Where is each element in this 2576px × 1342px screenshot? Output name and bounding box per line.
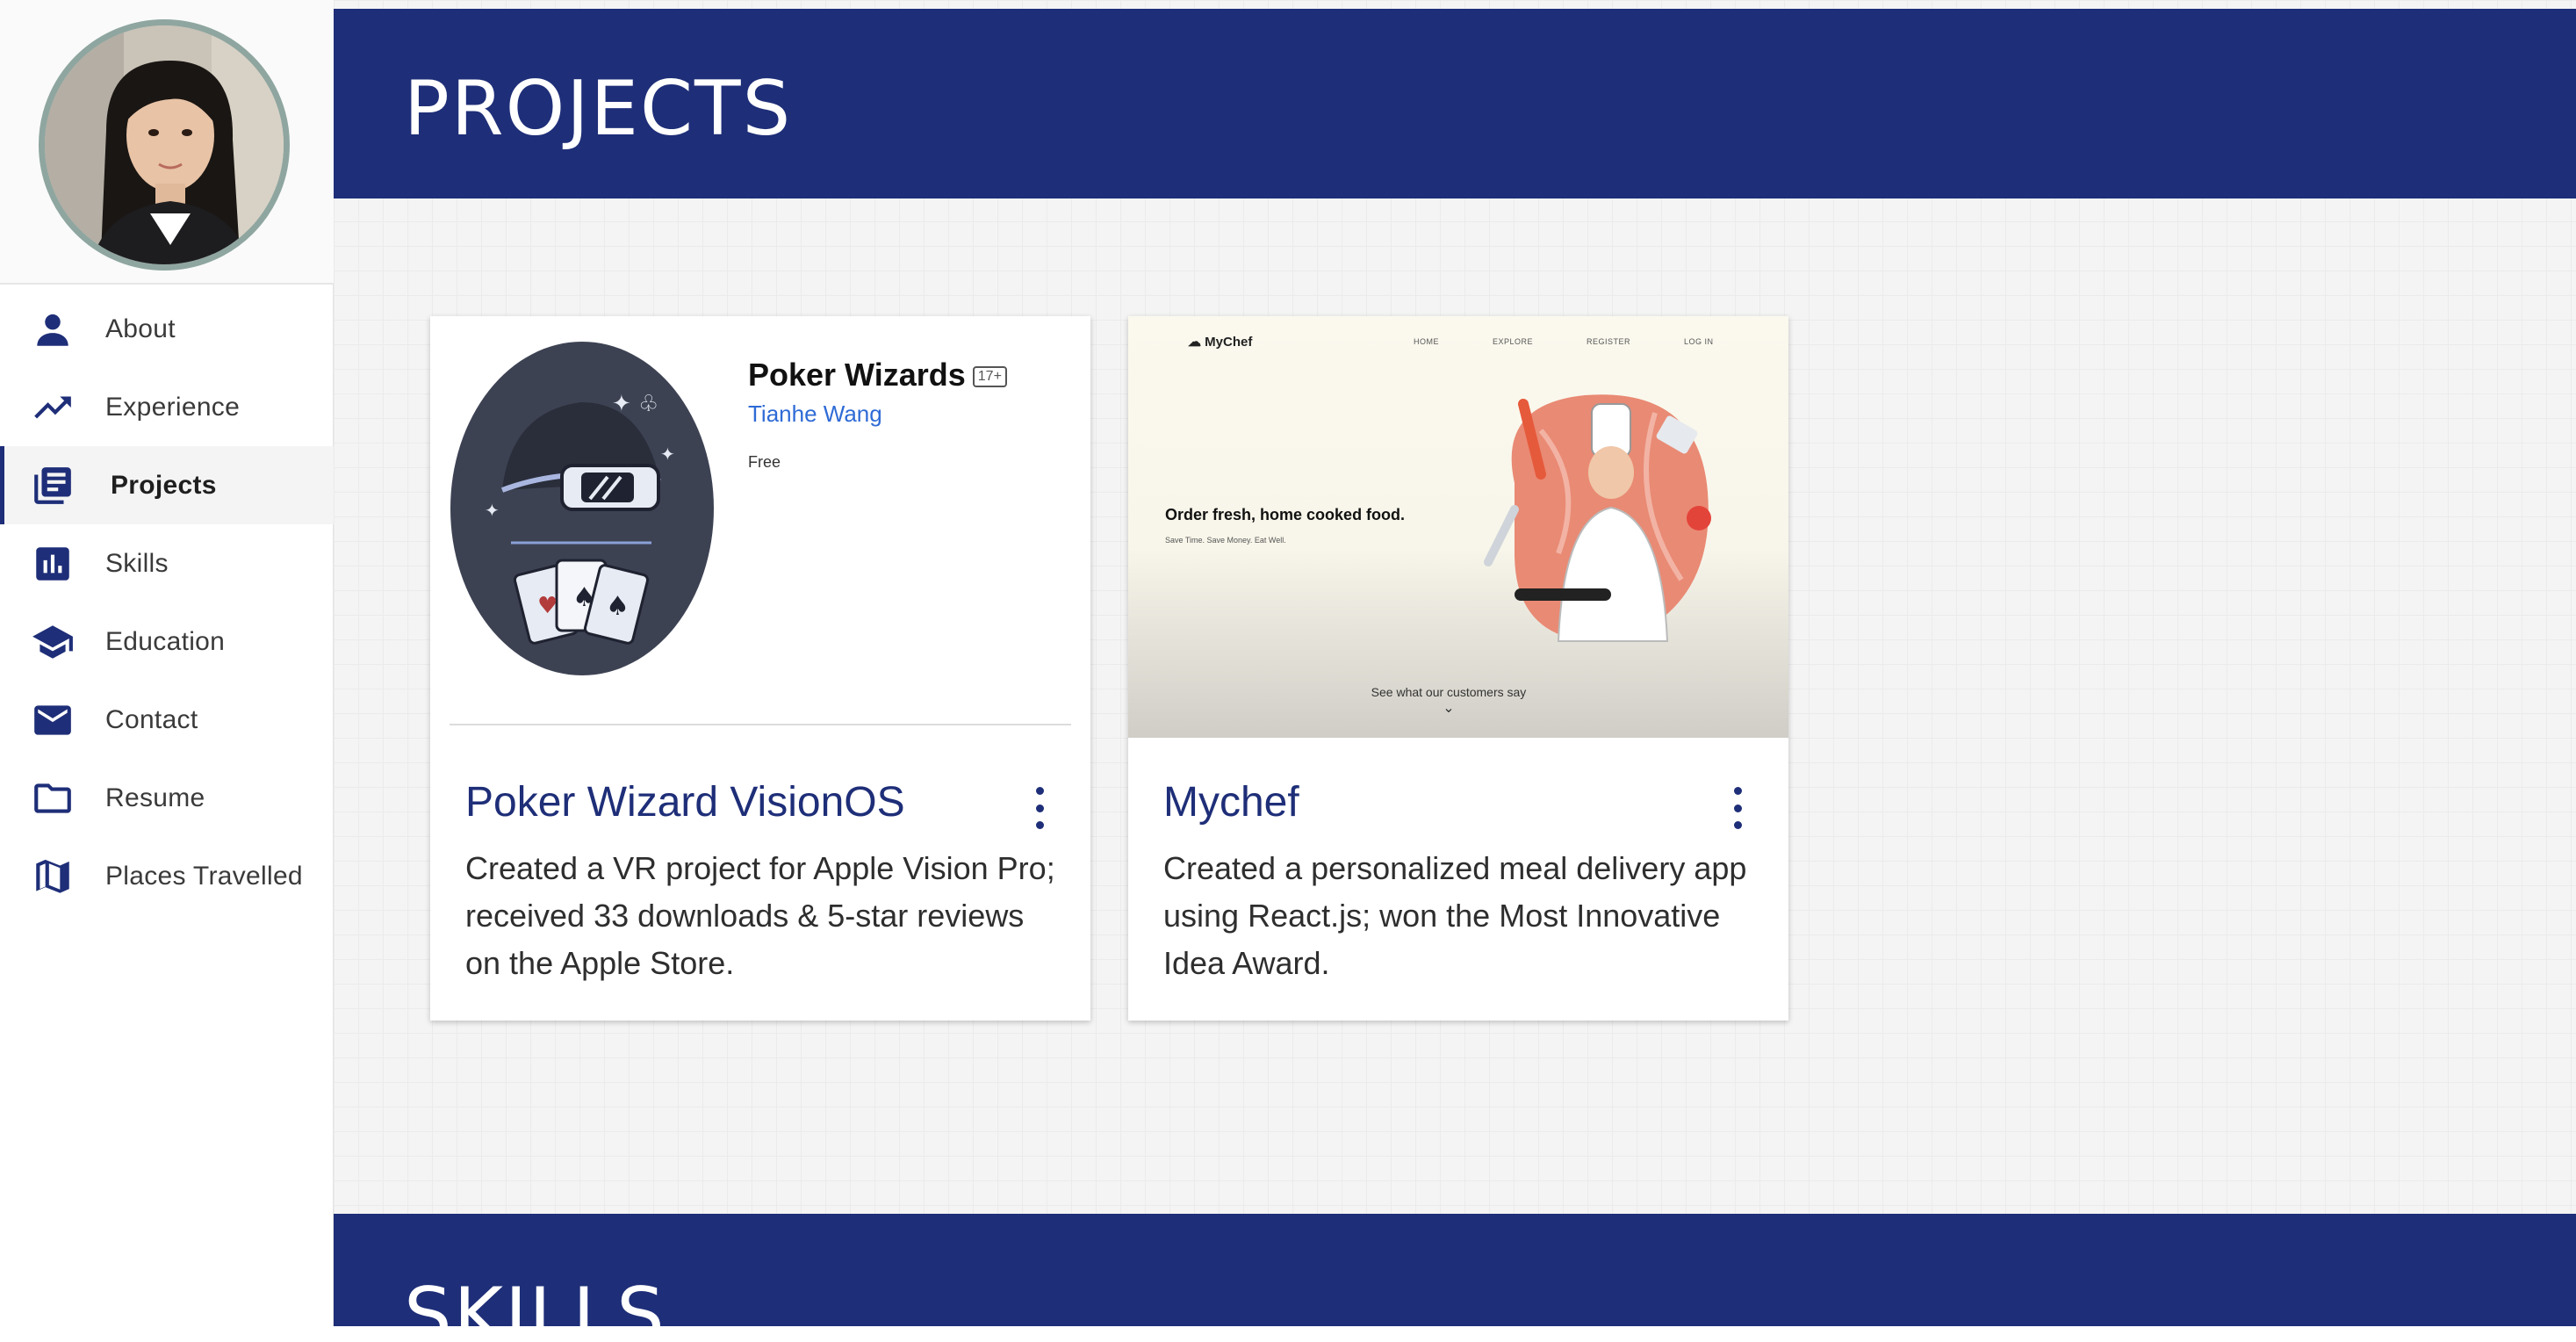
project-card-poker-wizard[interactable]: ♠ ♠ ♥ ✦ ♧ ✦ ✦ Poker Wizards 17+ Tianhe Wa… [430,316,1090,1021]
mychef-nav-home: HOME [1414,337,1439,346]
section-header-projects: PROJECTS [334,9,2576,198]
person-icon [26,303,79,356]
mychef-headline: Order fresh, home cooked food. [1165,506,1406,523]
project-card-media: ♠ ♠ ♥ ✦ ♧ ✦ ✦ Poker Wizards 17+ Tianhe Wa… [430,316,1090,738]
bar-chart-icon [26,538,79,590]
mail-icon [26,694,79,747]
svg-text:✦: ✦ [660,444,675,465]
mychef-nav-explore: EXPLORE [1493,337,1534,346]
chevron-down-icon: ⌄ [1443,701,1455,716]
section-title: SKILLS [404,1272,666,1326]
svg-text:✦ ♧: ✦ ♧ [612,391,658,417]
sidebar-item-label: Education [105,626,226,656]
sidebar-item-resume[interactable]: Resume [0,759,334,837]
chef-illustration [1484,394,1711,642]
document-list-icon [26,459,79,512]
more-options-icon[interactable] [1031,787,1048,829]
mychef-subline: Save Time. Save Money. Eat Well. [1165,536,1286,545]
sidebar-item-projects[interactable]: Projects [0,446,334,524]
sidebar-item-label: About [105,314,176,343]
sidebar-item-label: Experience [105,392,241,422]
main-content: PROJECTS ♠ ♠ ♥ ✦ ♧ ✦ ✦ Poker Wizards 17+… [334,0,2576,1326]
project-card-mychef[interactable]: ☁ MyChef HOME EXPLORE REGISTER LOG IN Or… [1128,316,1788,1021]
sidebar-item-label: Projects [111,470,217,500]
app-price: Free [748,453,781,471]
project-title[interactable]: Poker Wizard VisionOS [465,778,905,826]
svg-text:✦: ✦ [485,500,500,521]
age-rating-badge: 17+ [972,366,1007,388]
page-title: PROJECTS [404,65,793,153]
profile-header [0,0,334,285]
graduation-cap-icon [26,616,79,668]
project-description: Created a personalized meal delivery app… [1163,850,1747,981]
svg-text:♥: ♥ [537,593,558,619]
sidebar-item-skills[interactable]: Skills [0,524,334,602]
app-developer-link[interactable]: Tianhe Wang [748,400,882,428]
svg-text:♠: ♠ [572,582,596,613]
mychef-cta: See what our customers say ⌄ [1371,685,1527,716]
more-options-icon[interactable] [1729,787,1746,829]
sidebar-item-label: Contact [105,704,198,734]
folder-icon [26,772,79,825]
project-description: Created a VR project for Apple Vision Pr… [465,850,1055,981]
sidebar-item-education[interactable]: Education [0,602,334,681]
project-title[interactable]: Mychef [1163,778,1299,826]
sidebar-item-label: Skills [105,548,169,578]
map-icon [26,850,79,903]
mychef-logo: ☁ MyChef [1188,335,1253,350]
section-header-skills: SKILLS [334,1214,2576,1326]
divider [450,724,1071,725]
svg-text:♠: ♠ [606,591,630,622]
trending-up-icon [26,381,79,434]
sidebar-item-about[interactable]: About [0,290,334,368]
sidebar-nav: About Experience Projects Skills Educati… [0,290,334,915]
sidebar-item-contact[interactable]: Contact [0,681,334,759]
sidebar-item-places-travelled[interactable]: Places Travelled [0,837,334,915]
mychef-nav-login: LOG IN [1684,337,1714,346]
avatar [39,19,290,271]
sidebar: About Experience Projects Skills Educati… [0,0,334,1326]
poker-wizards-app-icon: ♠ ♠ ♥ ✦ ♧ ✦ ✦ [450,342,714,675]
mychef-nav-register: REGISTER [1587,337,1631,346]
sidebar-item-label: Places Travelled [105,861,303,891]
sidebar-item-experience[interactable]: Experience [0,368,334,446]
project-card-media: ☁ MyChef HOME EXPLORE REGISTER LOG IN Or… [1128,316,1788,738]
app-name: Poker Wizards 17+ [748,357,1007,393]
sidebar-item-label: Resume [105,783,205,812]
